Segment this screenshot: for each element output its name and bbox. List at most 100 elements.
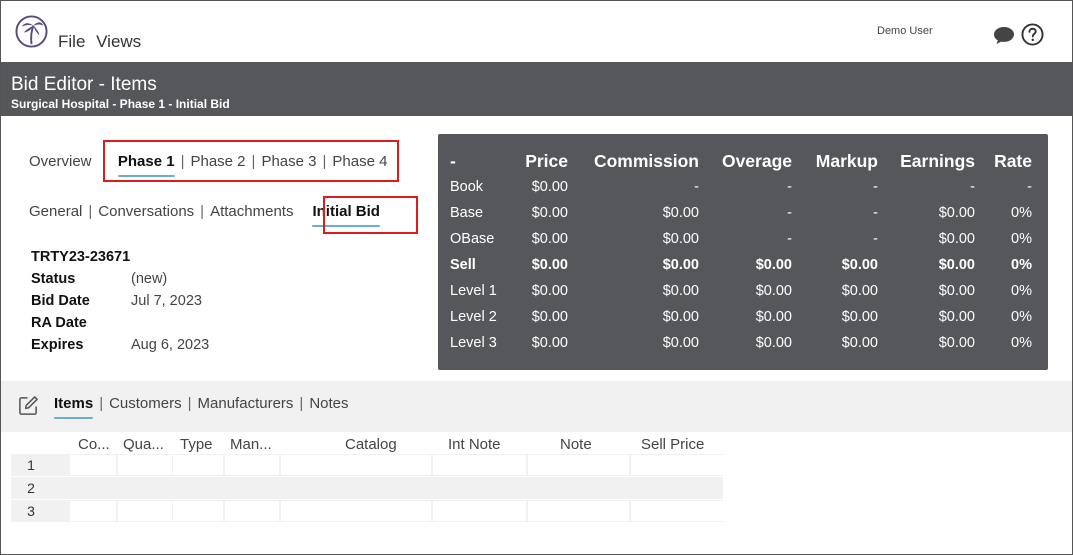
pricing-row: Base $0.00 $0.00 - - $0.00 0% — [450, 200, 1032, 226]
top-bar: File Views Demo User — [1, 1, 1072, 62]
pricing-row-label: Book — [450, 179, 484, 195]
pricing-cell: $0.00 — [662, 309, 699, 325]
tab-manufacturers[interactable]: Manufacturers — [198, 395, 294, 412]
grid-cell[interactable] — [173, 455, 223, 475]
pricing-row-label: OBase — [450, 231, 495, 247]
pricing-row: Book $0.00 - - - - - — [450, 174, 1032, 200]
initial-bid-highlight-box — [323, 196, 418, 234]
phase-highlight-box — [103, 140, 399, 182]
page-header: Bid Editor - Items Surgical Hospital - P… — [1, 62, 1072, 116]
pricing-cell: $0.00 — [938, 257, 975, 273]
pricing-row: Level 3 $0.00 $0.00 $0.00 $0.00 $0.00 0% — [450, 330, 1032, 356]
pricing-cell: $0.00 — [938, 205, 975, 221]
status-label: Status — [31, 271, 76, 287]
grid-row[interactable] — [11, 477, 723, 499]
grid-cell[interactable] — [70, 501, 116, 521]
pricing-cell: - — [873, 205, 878, 221]
pricing-cell: $0.00 — [662, 205, 699, 221]
tab-general[interactable]: General — [29, 203, 82, 220]
pricing-cell: $0.00 — [662, 335, 699, 351]
grid-row-number: 1 — [27, 457, 35, 473]
pricing-cell: $0.00 — [531, 309, 568, 325]
pricing-cell: 0% — [1011, 231, 1032, 247]
pricing-col-header: Earnings — [900, 150, 975, 171]
tab-customers[interactable]: Customers — [109, 395, 182, 412]
pricing-col-header: Overage — [721, 150, 792, 171]
menu-views[interactable]: Views — [96, 32, 141, 51]
palm-tree-logo-icon[interactable] — [15, 15, 48, 48]
pricing-cell: $0.00 — [841, 309, 878, 325]
pricing-cell: - — [694, 179, 699, 195]
grid-row-number: 2 — [27, 480, 35, 496]
pricing-cell: - — [787, 231, 792, 247]
pricing-cell: $0.00 — [841, 335, 878, 351]
pricing-cell: $0.00 — [531, 257, 568, 273]
grid-column-header[interactable]: Int Note — [448, 436, 501, 453]
page-title: Bid Editor - Items — [11, 74, 157, 95]
pricing-cell: - — [873, 179, 878, 195]
grid-cell[interactable] — [528, 501, 629, 521]
pricing-cell: $0.00 — [938, 231, 975, 247]
grid-cell[interactable] — [433, 455, 526, 475]
pricing-col-header: Markup — [815, 150, 878, 171]
grid-column-header[interactable]: Qua... — [123, 436, 164, 453]
pricing-cell: 0% — [1011, 205, 1032, 221]
pricing-cell: $0.00 — [938, 335, 975, 351]
pricing-row-label: Level 3 — [450, 335, 497, 351]
grid-column-header[interactable]: Co... — [78, 436, 110, 453]
pricing-cell: $0.00 — [938, 309, 975, 325]
pricing-cell: $0.00 — [755, 257, 792, 273]
pricing-cell: $0.00 — [531, 335, 568, 351]
grid-cell[interactable] — [118, 455, 172, 475]
grid-cell[interactable] — [281, 455, 431, 475]
pricing-cell: $0.00 — [531, 205, 568, 221]
bid-info: TRTY23-23671 Status (new) Bid Date Jul 7, … — [31, 249, 209, 359]
grid-cell[interactable] — [118, 501, 172, 521]
chat-bubble-icon[interactable] — [993, 25, 1015, 45]
grid-cell[interactable] — [281, 501, 431, 521]
pricing-cell: $0.00 — [755, 309, 792, 325]
grid-cell[interactable] — [631, 455, 723, 475]
tab-attachments[interactable]: Attachments — [210, 203, 293, 220]
grid-column-header[interactable]: Man... — [230, 436, 272, 453]
grid-column-header[interactable]: Catalog — [345, 436, 397, 453]
pricing-col-header: Rate — [994, 150, 1032, 171]
help-circle-icon[interactable] — [1021, 23, 1044, 46]
pricing-cell: $0.00 — [755, 283, 792, 299]
grid-column-header[interactable]: Note — [560, 436, 592, 453]
expires-value: Aug 6, 2023 — [131, 337, 210, 353]
pricing-cell: - — [787, 179, 792, 195]
edit-icon[interactable] — [18, 395, 39, 416]
tab-notes[interactable]: Notes — [309, 395, 348, 412]
tab-items[interactable]: Items — [54, 395, 93, 412]
pricing-row-label: Base — [450, 205, 484, 221]
grid-cell[interactable] — [70, 455, 116, 475]
grid-cell[interactable] — [225, 501, 279, 521]
grid-column-header[interactable]: Type — [180, 436, 213, 453]
tab-conversations[interactable]: Conversations — [98, 203, 194, 220]
tab-overview[interactable]: Overview — [29, 153, 92, 170]
grid-cell[interactable] — [173, 501, 223, 521]
grid-column-header[interactable]: Sell Price — [641, 436, 704, 453]
bid-date-value: Jul 7, 2023 — [131, 293, 202, 309]
pricing-cell: 0% — [1011, 309, 1032, 325]
main-menu: File Views — [58, 32, 147, 52]
pricing-panel: - Price Commission Overage Markup Earnin… — [438, 134, 1048, 370]
pricing-row-label: Sell — [450, 257, 476, 273]
pricing-row-label: Level 2 — [450, 309, 497, 325]
pricing-cell: $0.00 — [841, 283, 878, 299]
ra-date-label: RA Date — [31, 315, 87, 331]
grid-cell[interactable] — [528, 455, 629, 475]
grid-cell[interactable] — [225, 455, 279, 475]
user-name[interactable]: Demo User — [877, 25, 933, 37]
grid-cell[interactable] — [631, 501, 723, 521]
pricing-cell: $0.00 — [938, 283, 975, 299]
menu-file[interactable]: File — [58, 32, 85, 51]
pricing-table: - Price Commission Overage Markup Earnin… — [450, 148, 1032, 356]
pricing-col-header: Commission — [593, 150, 699, 171]
grid-cell[interactable] — [433, 501, 526, 521]
pricing-col-header: Price — [525, 150, 568, 171]
pricing-row: OBase $0.00 $0.00 - - $0.00 0% — [450, 226, 1032, 252]
pricing-cell: $0.00 — [531, 231, 568, 247]
pricing-cell: 0% — [1011, 257, 1032, 273]
